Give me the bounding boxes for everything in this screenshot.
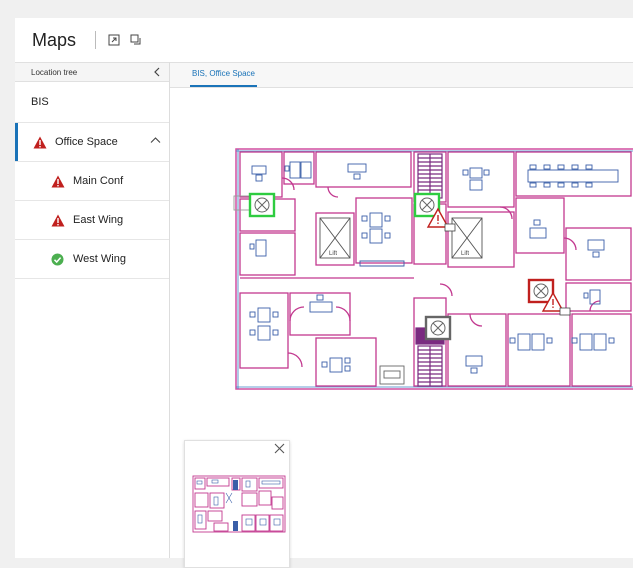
chevron-up-icon[interactable] [150, 136, 161, 144]
alarm-warning-icon [51, 175, 65, 188]
app-header: Maps [15, 18, 633, 62]
map-tabbar: BIS, Office Space [170, 62, 633, 88]
tab-bis-office-space[interactable]: BIS, Office Space [190, 69, 257, 87]
tree-item-label: Main Conf [73, 175, 124, 187]
lift-label: Lift [329, 251, 337, 257]
tree-item-label: East Wing [73, 214, 124, 226]
map-canvas[interactable]: Lift Lift [170, 88, 633, 568]
minimap-panel[interactable] [184, 440, 290, 568]
app-window: Maps Location tree BIS Office Space Main… [15, 18, 633, 568]
minimap-floor-plan [192, 475, 286, 533]
tree-item-east-wing[interactable]: East Wing [15, 201, 169, 240]
lift-label: Lift [461, 251, 469, 257]
tree-item-label: BIS [31, 96, 49, 108]
location-tree-title: Location tree [31, 67, 78, 77]
collapse-panel-button[interactable] [153, 67, 161, 77]
map-panel: BIS, Office Space Lift Lift [170, 62, 633, 568]
location-tree-panel: Location tree BIS Office Space Main Conf [15, 62, 170, 558]
copy-icon[interactable] [128, 32, 144, 48]
tree-item-office-space[interactable]: Office Space [15, 123, 169, 162]
tree-item-label: Office Space [55, 136, 118, 148]
tree-item-main-conf[interactable]: Main Conf [15, 162, 169, 201]
chevron-left-icon [154, 67, 160, 77]
expand-icon[interactable] [106, 32, 122, 48]
close-icon[interactable] [274, 443, 285, 454]
camera-office-space[interactable] [424, 315, 452, 341]
tree-item-bis[interactable]: BIS [15, 82, 169, 123]
alarm-warning-icon [51, 214, 65, 227]
camera-east-wing[interactable] [248, 192, 276, 218]
location-tree-header: Location tree [15, 62, 169, 82]
tree-item-west-wing[interactable]: West Wing [15, 240, 169, 279]
alarm-warning-icon [33, 136, 47, 149]
header-divider [95, 31, 97, 49]
tree-item-label: West Wing [73, 253, 126, 265]
page-title: Maps [32, 29, 77, 50]
camera-west-wing[interactable] [527, 278, 571, 316]
ok-check-icon [51, 253, 65, 266]
